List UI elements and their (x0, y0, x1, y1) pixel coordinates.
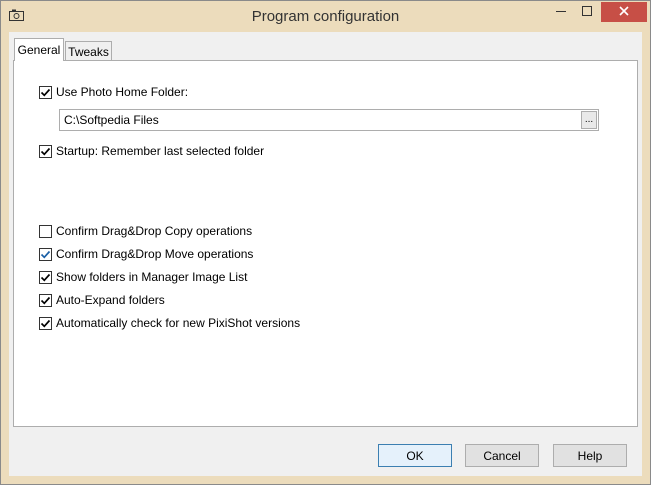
show-folders-option[interactable]: Show folders in Manager Image List (39, 269, 247, 285)
maximize-icon (582, 5, 592, 19)
show-folders-checkbox[interactable] (39, 270, 52, 284)
auto-check-versions-label: Automatically check for new PixiShot ver… (56, 316, 301, 330)
dialog-client-area: General Tweaks Use Photo Home Folder: C:… (9, 32, 642, 476)
confirm-copy-checkbox[interactable] (39, 224, 52, 238)
confirm-move-option[interactable]: Confirm Drag&Drop Move operations (39, 246, 253, 262)
confirm-copy-label: Confirm Drag&Drop Copy operations (56, 224, 253, 238)
title-bar[interactable]: Program configuration (1, 1, 650, 32)
use-home-folder-label: Use Photo Home Folder: (56, 85, 189, 99)
startup-remember-checkbox[interactable] (39, 144, 52, 158)
auto-check-versions-checkbox[interactable] (39, 316, 52, 330)
minimize-icon (556, 5, 566, 19)
maximize-button[interactable] (574, 2, 600, 22)
auto-expand-option[interactable]: Auto-Expand folders (39, 292, 165, 308)
close-button[interactable] (601, 2, 647, 22)
use-home-folder-option[interactable]: Use Photo Home Folder: (39, 84, 188, 100)
cancel-button[interactable]: Cancel (465, 444, 539, 467)
auto-expand-checkbox[interactable] (39, 293, 52, 307)
auto-check-versions-option[interactable]: Automatically check for new PixiShot ver… (39, 315, 300, 331)
home-folder-path-field[interactable]: C:\Softpedia Files (59, 109, 599, 131)
tab-general[interactable]: General (14, 38, 64, 61)
general-tab-panel: Use Photo Home Folder: C:\Softpedia File… (13, 60, 638, 427)
confirm-move-label: Confirm Drag&Drop Move operations (56, 247, 254, 261)
browse-folder-button[interactable]: ... (581, 111, 597, 129)
ok-button[interactable]: OK (378, 444, 452, 467)
confirm-copy-option[interactable]: Confirm Drag&Drop Copy operations (39, 223, 252, 239)
confirm-move-checkbox[interactable] (39, 247, 52, 261)
tab-tweaks[interactable]: Tweaks (65, 41, 112, 61)
program-configuration-window: Program configuration General Tweaks Use… (0, 0, 651, 485)
help-button[interactable]: Help (553, 444, 627, 467)
startup-remember-label: Startup: Remember last selected folder (56, 144, 265, 158)
auto-expand-label: Auto-Expand folders (56, 293, 165, 307)
minimize-button[interactable] (548, 2, 574, 22)
close-icon (619, 5, 629, 19)
startup-remember-option[interactable]: Startup: Remember last selected folder (39, 143, 264, 159)
show-folders-label: Show folders in Manager Image List (56, 270, 248, 284)
use-home-folder-checkbox[interactable] (39, 85, 52, 99)
